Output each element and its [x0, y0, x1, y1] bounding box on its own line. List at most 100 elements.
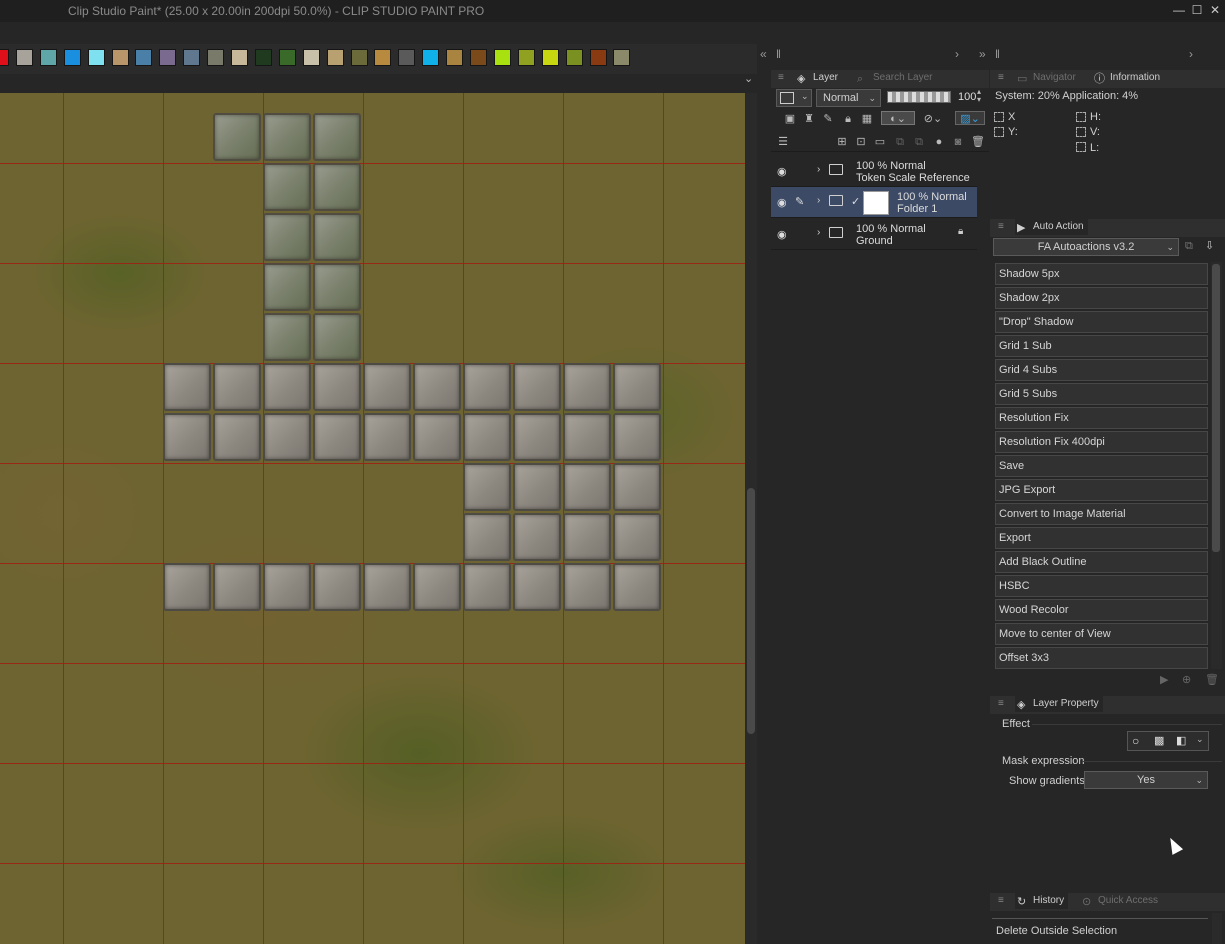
- tab-history[interactable]: ↻ History: [1015, 893, 1069, 909]
- panel-menu-icon[interactable]: ≡: [998, 72, 1004, 83]
- chevron-right-icon[interactable]: ›: [817, 195, 820, 206]
- auto-action-item[interactable]: Offset 3x3: [995, 647, 1208, 669]
- tab-auto-action[interactable]: ▶ Auto Action: [1015, 219, 1088, 235]
- color-swatch[interactable]: [231, 49, 248, 66]
- auto-action-item[interactable]: Add Black Outline: [995, 551, 1208, 573]
- layer-row-token-scale-reference[interactable]: ◉ › 100 % Normal Token Scale Reference: [771, 156, 977, 187]
- canvas-scrollbar-thumb[interactable]: [747, 488, 755, 734]
- eye-icon[interactable]: ◉: [777, 228, 787, 241]
- new-raster-layer-icon[interactable]: ⊞: [835, 135, 849, 149]
- apply-mask-icon[interactable]: ◙: [951, 135, 965, 149]
- chevron-down-icon[interactable]: ⌄: [1196, 734, 1204, 745]
- chevron-right-icon[interactable]: ›: [955, 47, 959, 61]
- auto-action-item[interactable]: Grid 5 Subs: [995, 383, 1208, 405]
- auto-action-item[interactable]: Resolution Fix 400dpi: [995, 431, 1208, 453]
- color-swatch[interactable]: [0, 49, 9, 66]
- duplicate-set-icon[interactable]: ⧉: [1185, 240, 1193, 253]
- color-swatch[interactable]: [111, 49, 129, 66]
- draft-layer-icon[interactable]: ✎: [821, 112, 835, 126]
- layer-row-ground[interactable]: ◉ › 100 % Normal Ground 🔒︎: [771, 219, 977, 250]
- tone-effect-icon[interactable]: ▩: [1154, 734, 1164, 747]
- new-vector-layer-icon[interactable]: ⊡: [854, 135, 868, 149]
- auto-action-item[interactable]: Wood Recolor: [995, 599, 1208, 621]
- tab-navigator[interactable]: ▭ Navigator: [1015, 70, 1080, 86]
- color-swatch[interactable]: [159, 49, 177, 66]
- color-swatch[interactable]: [422, 49, 440, 66]
- auto-action-item[interactable]: Resolution Fix: [995, 407, 1208, 429]
- layer-row-folder-1[interactable]: ◉ ✎ › ✓ 100 % Normal Folder 1: [771, 187, 977, 218]
- panel-menu-icon[interactable]: ≡: [998, 895, 1004, 906]
- auto-action-item[interactable]: Grid 4 Subs: [995, 359, 1208, 381]
- collapse-left-icon[interactable]: «: [760, 47, 767, 61]
- auto-action-item[interactable]: Convert to Image Material: [995, 503, 1208, 525]
- color-swatch[interactable]: [446, 49, 464, 66]
- opacity-slider[interactable]: [887, 91, 951, 103]
- color-swatch[interactable]: [302, 49, 320, 66]
- color-swatch[interactable]: [613, 49, 631, 66]
- panel-menu-icon[interactable]: ≡: [998, 221, 1004, 232]
- auto-action-item[interactable]: Move to center of View: [995, 623, 1208, 645]
- color-swatch[interactable]: [207, 49, 225, 66]
- play-icon[interactable]: ▶: [1160, 673, 1168, 686]
- tab-layer-property[interactable]: ◈ Layer Property: [1015, 696, 1103, 712]
- panel-menu-icon[interactable]: ≡: [778, 72, 784, 83]
- create-mask-icon[interactable]: ●: [932, 135, 946, 149]
- color-swatch[interactable]: [470, 49, 487, 66]
- import-set-icon[interactable]: ⇩: [1205, 239, 1214, 252]
- color-swatch[interactable]: [350, 49, 368, 66]
- transfer-down-icon[interactable]: ⧉: [893, 135, 907, 149]
- close-button[interactable]: ✕: [1206, 2, 1224, 18]
- combine-icon[interactable]: ⧉: [912, 135, 926, 149]
- auto-action-item[interactable]: Grid 1 Sub: [995, 335, 1208, 357]
- history-item[interactable]: Delete Outside Selection: [996, 925, 1117, 937]
- color-swatch[interactable]: [398, 49, 416, 66]
- color-swatch[interactable]: [565, 49, 583, 66]
- auto-action-item[interactable]: Shadow 5px: [995, 263, 1208, 285]
- opacity-value[interactable]: 100: [958, 91, 976, 103]
- auto-action-item[interactable]: Export: [995, 527, 1208, 549]
- auto-action-item[interactable]: Save: [995, 455, 1208, 477]
- color-swatch[interactable]: [517, 49, 535, 66]
- palette-expand-icon[interactable]: ⌄: [744, 72, 753, 85]
- opacity-spinner-icon[interactable]: ▴ ▾: [977, 88, 981, 104]
- auto-action-scrollbar[interactable]: [1211, 262, 1222, 669]
- record-icon[interactable]: ⊕: [1182, 673, 1191, 686]
- lock-transparency-icon[interactable]: ▦: [860, 112, 874, 126]
- show-gradients-select[interactable]: Yes ⌄: [1084, 771, 1208, 789]
- auto-action-item[interactable]: "Drop" Shadow: [995, 311, 1208, 333]
- chevron-right-icon[interactable]: ›: [1189, 47, 1193, 61]
- collapse-right-icon[interactable]: »: [979, 47, 986, 61]
- color-swatch[interactable]: [493, 49, 511, 66]
- border-effect-icon[interactable]: ○: [1132, 734, 1139, 748]
- color-swatch[interactable]: [63, 49, 81, 66]
- auto-action-set-select[interactable]: FA Autoactions v3.2 ⌄: [993, 238, 1179, 256]
- tab-layer[interactable]: ◈ Layer: [795, 70, 842, 86]
- color-swatch[interactable]: [39, 49, 57, 66]
- tab-search-layer[interactable]: ⌕ Search Layer: [855, 70, 936, 86]
- auto-action-item[interactable]: HSBC: [995, 575, 1208, 597]
- clip-icon[interactable]: ▣: [783, 112, 797, 126]
- delete-action-icon[interactable]: 🗑︎: [1205, 673, 1219, 686]
- tab-quick-access[interactable]: ⊙ Quick Access: [1080, 893, 1162, 909]
- blend-mode-select[interactable]: Normal ⌄: [816, 89, 881, 107]
- auto-action-scroll-thumb[interactable]: [1212, 264, 1220, 552]
- eye-icon[interactable]: ◉: [777, 196, 787, 209]
- color-swatch[interactable]: [374, 49, 392, 66]
- auto-action-item[interactable]: JPG Export: [995, 479, 1208, 501]
- layer-list-icon[interactable]: ☰: [776, 135, 790, 149]
- panel-menu-icon[interactable]: ≡: [998, 698, 1004, 709]
- canvas[interactable]: [0, 93, 745, 944]
- restore-button[interactable]: ☐: [1188, 2, 1206, 18]
- lock-icon[interactable]: 🔒︎: [841, 112, 855, 126]
- color-swatch[interactable]: [589, 49, 607, 66]
- color-swatch[interactable]: [183, 49, 201, 66]
- color-swatch[interactable]: [15, 49, 33, 66]
- layer-color-effect-icon[interactable]: ◧: [1176, 734, 1186, 747]
- mask-toggle-icon[interactable]: ◐⌄: [881, 111, 915, 125]
- delete-layer-icon[interactable]: 🗑︎: [971, 135, 985, 149]
- layer-color-icon[interactable]: ▨⌄: [955, 111, 985, 125]
- color-swatch[interactable]: [87, 49, 105, 66]
- chevron-right-icon[interactable]: ›: [817, 164, 820, 175]
- color-swatch[interactable]: [278, 49, 296, 66]
- color-swatch[interactable]: [135, 49, 153, 66]
